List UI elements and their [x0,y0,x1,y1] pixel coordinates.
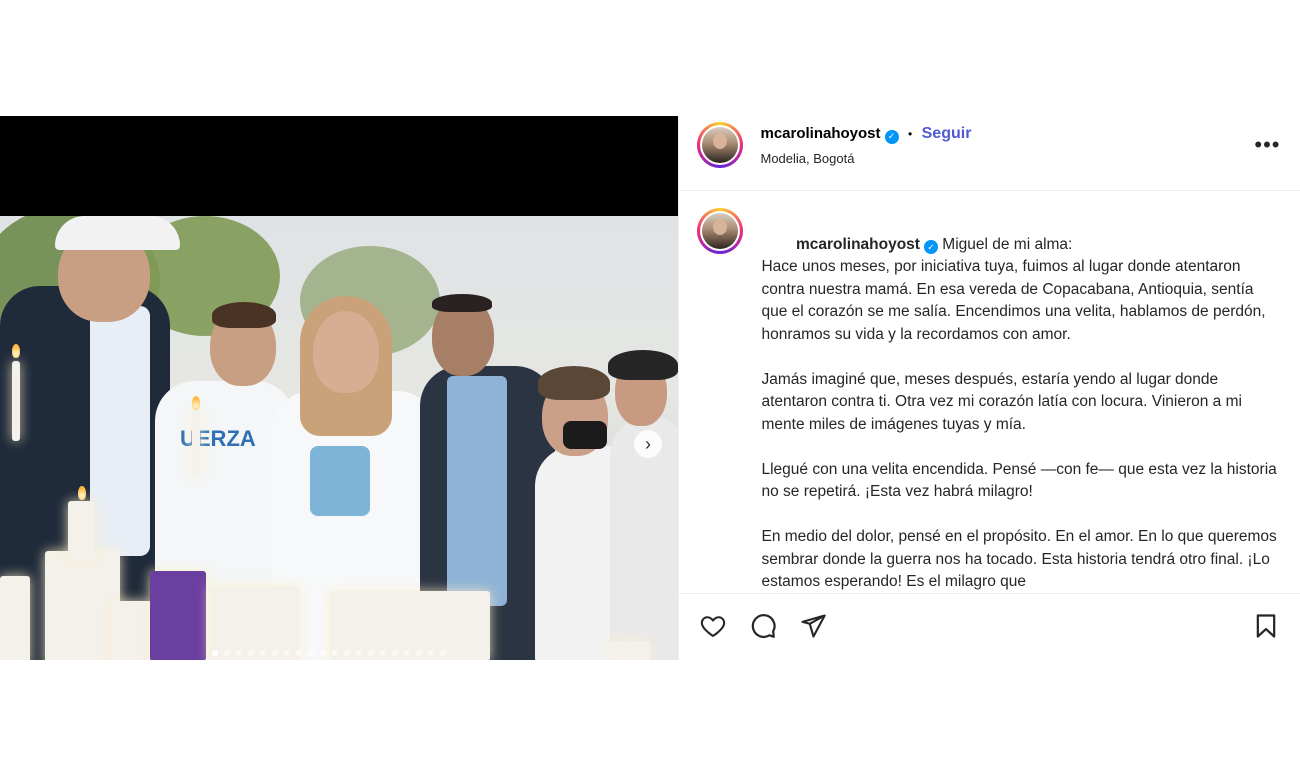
candle [112,601,152,660]
save-button[interactable] [1250,610,1282,642]
follow-button[interactable]: Seguir [922,125,972,142]
caption-avatar[interactable] [697,208,744,254]
caption-line: Miguel de mi alma: [942,235,1073,253]
send-icon [801,614,827,638]
post-location[interactable]: Modelia, Bogotá [760,151,854,166]
next-slide-button[interactable]: › [634,430,662,458]
separator: • [907,127,913,141]
caption-line: En medio del dolor, pensé en el propósit… [761,528,1282,590]
carousel-dot[interactable] [440,650,446,656]
avatar-photo [702,127,739,163]
carousel-dot[interactable] [416,650,422,656]
candle [0,576,30,660]
author-username[interactable]: mcarolinahoyost [760,125,880,142]
carousel-dot[interactable] [284,650,290,656]
candle-flame [192,396,200,410]
candle [210,586,300,660]
carousel-dot[interactable] [368,650,374,656]
carousel-dot[interactable] [272,650,278,656]
more-options-button[interactable]: ••• [1254,132,1280,158]
author-avatar[interactable] [697,122,744,168]
verified-badge-icon: ✓ [884,129,899,144]
caption-section: mcarolinahoyost ✓ Miguel de mi alma: Hace… [679,191,1300,593]
carousel-dot[interactable] [428,650,434,656]
carousel-dot[interactable] [344,650,350,656]
chevron-right-icon: › [645,433,651,454]
face-mask [563,421,607,449]
carousel-dot[interactable] [320,650,326,656]
more-icon: ••• [1254,132,1281,157]
carousel-indicator [212,650,446,656]
heart-icon [701,616,726,637]
caption-line: Jamás imaginé que, meses después, estarí… [761,370,1247,433]
like-button[interactable] [697,610,729,642]
post-photo[interactable]: UERZA [0,216,679,660]
bookmark-icon [1257,614,1276,638]
post-sidebar: mcarolinahoyost ✓ • Seguir Modelia, Bogot… [678,116,1300,660]
author-line: mcarolinahoyost ✓ • Seguir [760,125,971,144]
candle [12,361,20,441]
carousel-dot[interactable] [260,650,266,656]
carousel-dot[interactable] [236,650,242,656]
post-media[interactable]: UERZA › [0,116,679,660]
carousel-dot[interactable] [296,650,302,656]
avatar-photo [702,213,739,249]
verified-badge-icon: ✓ [923,239,938,254]
candle [150,571,206,660]
caption-text: mcarolinahoyost ✓ Miguel de mi alma: Hace… [761,211,1281,593]
candle-flame [78,486,86,500]
carousel-dot[interactable] [392,650,398,656]
candle [68,501,94,561]
candle-flame [12,344,20,358]
caption-line: Llegué con una velita encendida. Pensé —… [761,460,1282,501]
carousel-dot[interactable] [308,650,314,656]
carousel-dot[interactable] [380,650,386,656]
candle [192,411,200,476]
action-bar [679,593,1300,661]
instagram-post: UERZA › mcarolinahoyost ✓ • Seguir Model… [0,116,1300,660]
candle [610,641,650,660]
carousel-dot[interactable] [356,650,362,656]
share-button[interactable] [797,610,829,642]
post-header: mcarolinahoyost ✓ • Seguir Modelia, Bogot… [679,116,1300,191]
caption-username[interactable]: mcarolinahoyost [796,236,920,253]
comment-icon [752,614,777,638]
carousel-dot[interactable] [224,650,230,656]
carousel-dot[interactable] [332,650,338,656]
carousel-dot[interactable] [248,650,254,656]
carousel-dot[interactable] [212,650,218,656]
caption-line: Hace unos meses, por iniciativa tuya, fu… [761,258,1270,343]
comment-button[interactable] [747,610,779,642]
carousel-dot[interactable] [404,650,410,656]
shirt-photo-print [310,446,370,516]
candle [45,551,120,660]
